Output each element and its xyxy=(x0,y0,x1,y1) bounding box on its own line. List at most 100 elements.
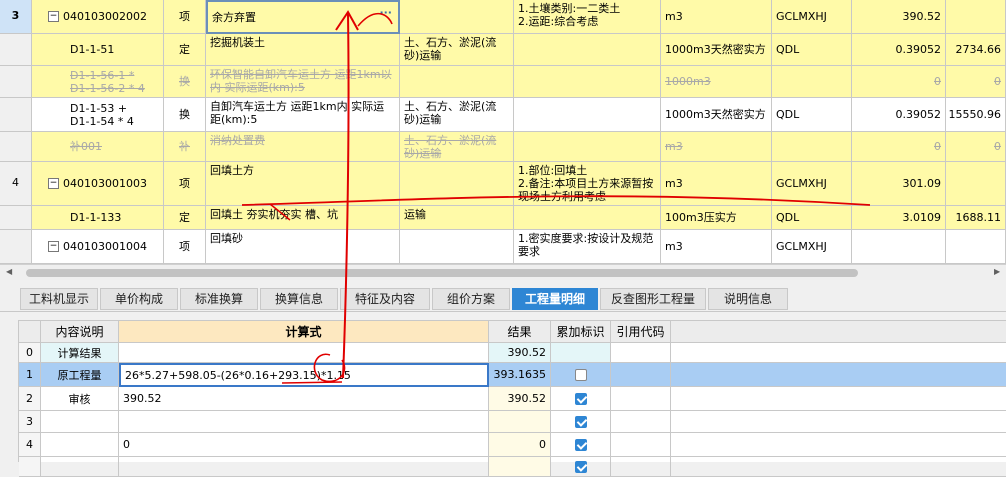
boq-cell-idx[interactable] xyxy=(0,230,32,264)
boq-cell-unit-text[interactable] xyxy=(400,230,514,264)
accumulate-checkbox[interactable] xyxy=(574,438,587,451)
boq-cell-code[interactable]: −040103002002 xyxy=(32,0,164,34)
boq-cell-amount[interactable]: 0 xyxy=(946,132,1006,162)
boq-cell-unit[interactable]: 1000m3 xyxy=(661,66,772,98)
boq-cell-type[interactable]: 换 xyxy=(164,66,206,98)
boq-row[interactable]: D1-1-51 定 挖掘机装土 土、石方、淤泥(流砂)运输 1000m3天然密实方 QDL… xyxy=(0,34,1006,66)
boq-cell-qty[interactable]: 301.09 xyxy=(852,162,946,206)
quantity-cell-flag[interactable] xyxy=(551,433,611,457)
boq-cell-features[interactable]: 1.土壤类别:一二类土 2.运距:综合考虑 xyxy=(514,0,661,34)
quantity-cell-flag[interactable] xyxy=(551,457,611,477)
boq-cell-qty[interactable]: 0.39052 xyxy=(852,98,946,132)
boq-cell-type[interactable]: 补 xyxy=(164,132,206,162)
boq-cell-amount[interactable]: 2734.66 xyxy=(946,34,1006,66)
accumulate-checkbox[interactable] xyxy=(574,415,587,428)
collapse-icon[interactable]: − xyxy=(48,241,59,252)
quantity-row[interactable]: 2 审核 390.52 390.52 xyxy=(19,387,1006,411)
boq-cell-amount[interactable] xyxy=(946,0,1006,34)
boq-cell-amount[interactable] xyxy=(946,162,1006,206)
quantity-cell-desc[interactable] xyxy=(41,457,119,477)
boq-cell-idx[interactable]: 4 xyxy=(0,162,32,206)
boq-cell-unit[interactable]: 1000m3天然密实方 xyxy=(661,34,772,66)
boq-cell-name[interactable]: 环保智能自卸汽车运土方 运距1km以内 实际运距(km):5 xyxy=(206,66,400,98)
tab-0[interactable]: 工料机显示 xyxy=(20,288,98,310)
boq-cell-code[interactable]: D1-1-51 xyxy=(32,34,164,66)
boq-cell-features[interactable] xyxy=(514,66,661,98)
boq-cell-rule[interactable] xyxy=(772,66,852,98)
boq-cell-rule[interactable]: GCLMXHJ xyxy=(772,230,852,264)
boq-cell-unit-text[interactable]: 土、石方、淤泥(流砂)运输 xyxy=(400,132,514,162)
quantity-cell-flag[interactable] xyxy=(551,411,611,433)
boq-cell-type[interactable]: 换 xyxy=(164,98,206,132)
tab-8[interactable]: 说明信息 xyxy=(708,288,788,310)
tab-5[interactable]: 组价方案 xyxy=(432,288,510,310)
boq-cell-code[interactable]: −040103001003 xyxy=(32,162,164,206)
quantity-row[interactable] xyxy=(19,457,1006,477)
boq-cell-type[interactable]: 定 xyxy=(164,206,206,230)
boq-row[interactable]: D1-1-53 + D1-1-54 * 4 换 自卸汽车运土方 运距1km内 实际运… xyxy=(0,98,1006,132)
boq-cell-qty[interactable]: 0 xyxy=(852,66,946,98)
boq-cell-idx[interactable] xyxy=(0,34,32,66)
boq-cell-unit[interactable]: 100m3压实方 xyxy=(661,206,772,230)
boq-cell-qty[interactable] xyxy=(852,230,946,264)
scroll-left-icon[interactable]: ◀ xyxy=(6,267,12,276)
boq-cell-qty[interactable]: 3.0109 xyxy=(852,206,946,230)
boq-cell-features[interactable] xyxy=(514,98,661,132)
boq-cell-unit[interactable]: m3 xyxy=(661,230,772,264)
quantity-cell-calc[interactable]: 0 xyxy=(119,433,489,457)
tab-6[interactable]: 工程量明细 xyxy=(512,288,598,310)
quantity-cell-desc[interactable]: 审核 xyxy=(41,387,119,411)
boq-cell-type[interactable]: 项 xyxy=(164,162,206,206)
scroll-right-icon[interactable]: ▶ xyxy=(994,267,1000,276)
boq-row[interactable]: 补001 补 消纳处置费 土、石方、淤泥(流砂)运输 m3 0 0 xyxy=(0,132,1006,162)
quantity-cell-flag[interactable] xyxy=(551,387,611,411)
boq-cell-code[interactable]: D1-1-53 + D1-1-54 * 4 xyxy=(32,98,164,132)
boq-cell-features[interactable] xyxy=(514,206,661,230)
boq-cell-name[interactable]: 回填土方 xyxy=(206,162,400,206)
boq-cell-unit[interactable]: m3 xyxy=(661,0,772,34)
boq-row[interactable]: −040103001004 项 回填砂 1.密实度要求:按设计及规范要求 m3 GCLMX… xyxy=(0,230,1006,264)
tab-1[interactable]: 单价构成 xyxy=(100,288,178,310)
quantity-row[interactable]: 4 00 xyxy=(19,433,1006,457)
boq-cell-unit-text[interactable]: 土、石方、淤泥(流砂)运输 xyxy=(400,34,514,66)
boq-cell-code[interactable]: 补001 xyxy=(32,132,164,162)
boq-cell-amount[interactable]: 0 xyxy=(946,66,1006,98)
boq-cell-type[interactable]: 项 xyxy=(164,230,206,264)
tab-4[interactable]: 特征及内容 xyxy=(340,288,430,310)
quantity-row[interactable]: 0 计算结果 390.52 xyxy=(19,343,1006,363)
boq-cell-unit[interactable]: 1000m3天然密实方 xyxy=(661,98,772,132)
collapse-icon[interactable]: − xyxy=(48,11,59,22)
boq-cell-qty[interactable]: 0.39052 xyxy=(852,34,946,66)
boq-cell-features[interactable]: 1.密实度要求:按设计及规范要求 xyxy=(514,230,661,264)
quantity-row[interactable]: 3 xyxy=(19,411,1006,433)
boq-row[interactable]: 3 −040103002002 项 余方弃置 ··· 1.土壤类别:一二类土 2.运距:综… xyxy=(0,0,1006,34)
collapse-icon[interactable]: − xyxy=(48,178,59,189)
quantity-row[interactable]: 1 原工程量 26*5.27+598.05-(26*0.16+293.15)*1.1… xyxy=(19,363,1006,387)
quantity-cell-calc[interactable] xyxy=(119,457,489,477)
boq-cell-code[interactable]: D1-1-133 xyxy=(32,206,164,230)
scrollbar-thumb[interactable] xyxy=(26,269,858,277)
formula-input[interactable]: 26*5.27+598.05-(26*0.16+293.15)*1.15 xyxy=(119,363,489,387)
boq-cell-type[interactable]: 定 xyxy=(164,34,206,66)
quantity-cell-desc[interactable] xyxy=(41,411,119,433)
boq-cell-amount[interactable]: 15550.96 xyxy=(946,98,1006,132)
boq-cell-amount[interactable]: 1688.11 xyxy=(946,206,1006,230)
boq-cell-name[interactable]: 回填土 夯实机夯实 槽、坑 xyxy=(206,206,400,230)
boq-cell-unit-text[interactable]: 运输 xyxy=(400,206,514,230)
accumulate-checkbox[interactable] xyxy=(574,460,587,473)
boq-cell-code[interactable]: D1-1-56-1 * D1-1-56-2 * 4 xyxy=(32,66,164,98)
boq-cell-code[interactable]: −040103001004 xyxy=(32,230,164,264)
boq-cell-rule[interactable]: QDL xyxy=(772,98,852,132)
boq-cell-features[interactable] xyxy=(514,34,661,66)
boq-cell-unit-text[interactable] xyxy=(400,0,514,34)
boq-cell-idx[interactable]: 3 xyxy=(0,0,32,34)
boq-cell-rule[interactable] xyxy=(772,132,852,162)
boq-cell-rule[interactable]: GCLMXHJ xyxy=(772,162,852,206)
boq-cell-qty[interactable]: 0 xyxy=(852,132,946,162)
boq-cell-unit-text[interactable]: 土、石方、淤泥(流砂)运输 xyxy=(400,98,514,132)
quantity-cell-desc[interactable]: 计算结果 xyxy=(41,343,119,363)
boq-cell-features[interactable]: 1.部位:回填土 2.备注:本项目土方来源暂按现场土方利用考虑 xyxy=(514,162,661,206)
boq-cell-name[interactable]: 消纳处置费 xyxy=(206,132,400,162)
boq-cell-name[interactable]: 挖掘机装土 xyxy=(206,34,400,66)
boq-cell-qty[interactable]: 390.52 xyxy=(852,0,946,34)
